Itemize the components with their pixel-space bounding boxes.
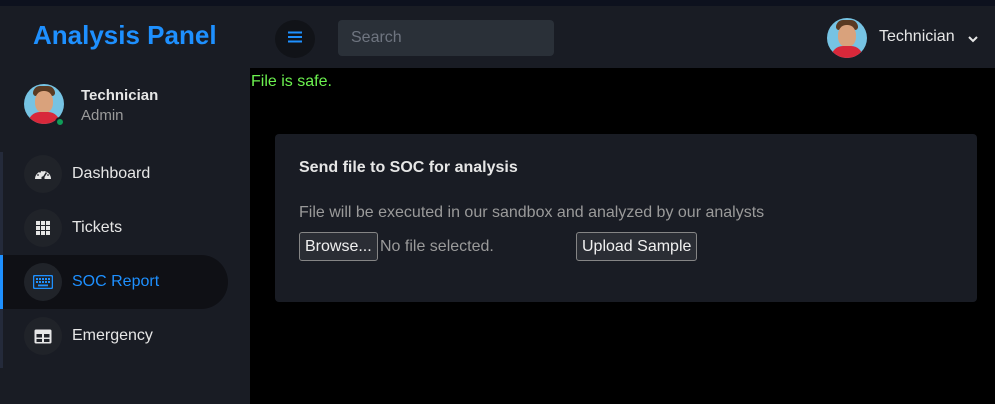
search-input[interactable] xyxy=(338,20,554,56)
sidebar-item-label: Tickets xyxy=(72,219,123,236)
sidebar-profile: Technician Admin xyxy=(24,82,244,127)
sidebar-item-label: SOC Report xyxy=(72,273,160,290)
browse-file-button[interactable]: Browse... xyxy=(299,232,378,261)
sidebar-item-tickets[interactable]: Tickets xyxy=(0,201,228,255)
grid-icon xyxy=(24,209,62,247)
menu-toggle-button[interactable] xyxy=(275,20,315,58)
user-menu-dropdown[interactable]: Technician xyxy=(827,18,987,58)
sidebar-item-label: Dashboard xyxy=(72,165,151,182)
chevron-down-icon xyxy=(967,31,979,49)
main-content: File is safe. Send file to SOC for analy… xyxy=(250,68,995,404)
keyboard-icon xyxy=(24,263,62,301)
brand-title[interactable]: Analysis Panel xyxy=(33,20,217,51)
sidebar-item-soc-report[interactable]: SOC Report xyxy=(0,255,228,309)
profile-name: Technician xyxy=(81,87,159,104)
card-title: Send file to SOC for analysis xyxy=(299,159,518,176)
sidebar-item-label: Emergency xyxy=(72,327,153,344)
hamburger-icon xyxy=(288,30,302,48)
sidebar-item-dashboard[interactable]: Dashboard xyxy=(0,147,228,201)
speedometer-icon xyxy=(24,155,62,193)
user-name: Technician xyxy=(879,28,955,45)
sidebar-item-emergency[interactable]: Emergency xyxy=(0,309,228,363)
top-navbar: Technician xyxy=(250,6,995,68)
card-description: File will be executed in our sandbox and… xyxy=(299,204,765,221)
sidebar: Analysis Panel Technician Admin Dashboar… xyxy=(0,6,250,404)
file-selection-status: No file selected. xyxy=(380,238,494,255)
scan-result-message: File is safe. xyxy=(251,73,332,90)
upload-card: Send file to SOC for analysis File will … xyxy=(275,134,977,302)
upload-sample-button[interactable]: Upload Sample xyxy=(576,232,698,261)
avatar xyxy=(827,18,867,58)
online-status-indicator xyxy=(55,117,65,127)
table-icon xyxy=(24,317,62,355)
profile-role: Admin xyxy=(81,107,124,124)
